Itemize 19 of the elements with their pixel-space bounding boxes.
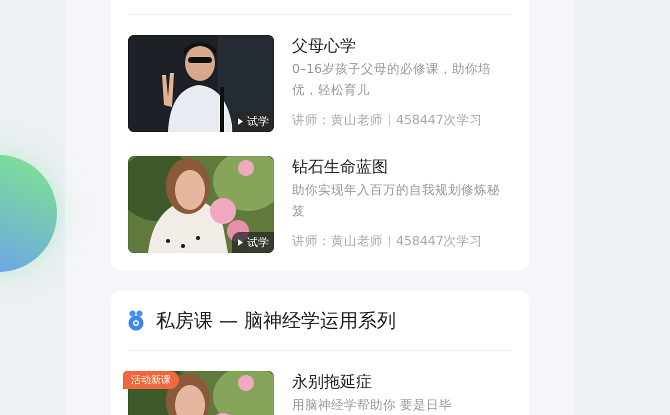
course-title: 钻石生命蓝图 xyxy=(292,157,389,178)
course-description: 用脑神经学帮助你 要是日毕 xyxy=(292,396,453,414)
trial-button[interactable]: 试学 xyxy=(232,232,274,253)
play-icon xyxy=(238,118,243,125)
teacher-name: 讲师：黄山老师 xyxy=(292,112,383,129)
medal-icon xyxy=(128,310,144,331)
study-count: 458447次学习 xyxy=(396,233,483,250)
course-item[interactable]: 试学 钻石生命蓝图 助你实现年入百万的自我规划修炼秘笈 讲师：黄山老师 458447次学习 xyxy=(128,156,512,253)
course-description: 0–16岁孩子父母的必修课，助你培优，轻松育儿 xyxy=(292,60,492,99)
study-count: 458447次学习 xyxy=(396,112,483,129)
new-course-badge: 活动新课 xyxy=(123,371,179,389)
teacher-name: 讲师：黄山老师 xyxy=(292,233,383,250)
trial-button[interactable]: 试学 xyxy=(232,111,274,132)
play-icon xyxy=(238,239,243,246)
course-item[interactable]: 试学 父母心学 0–16岁孩子父母的必修课，助你培优，轻松育儿 讲师：黄山老师 458447次学习 xyxy=(128,35,512,132)
section-title: 私房课 — 脑神经学运用系列 xyxy=(156,308,396,334)
course-title: 父母心学 xyxy=(292,36,357,57)
course-description: 助你实现年入百万的自我规划修炼秘笈 xyxy=(292,181,501,220)
course-title: 永别拖延症 xyxy=(292,372,373,393)
